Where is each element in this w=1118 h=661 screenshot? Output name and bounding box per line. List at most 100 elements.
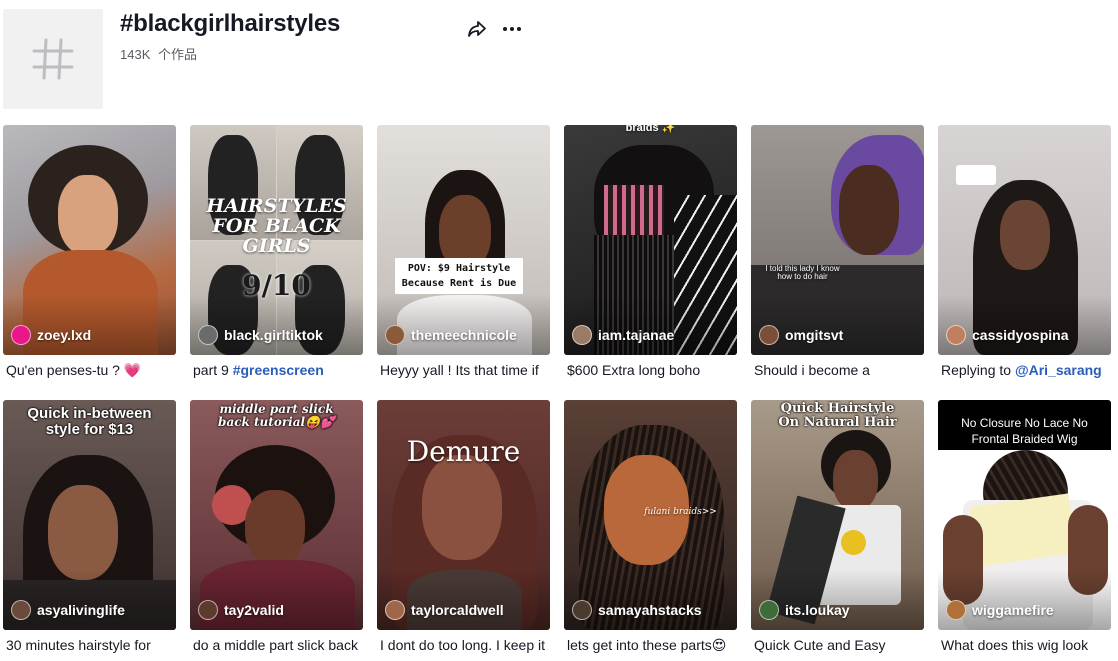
author-name: cassidyospina — [972, 327, 1069, 343]
video-card[interactable]: Quick in-between style for $13 asyalivin… — [3, 400, 176, 661]
caption-text: What does this wig look — [941, 637, 1089, 653]
video-count-value: 143K — [120, 47, 151, 62]
caption-text: Quick Cute and Easy — [754, 637, 886, 653]
caption-text: part 9 — [193, 362, 233, 378]
avatar — [198, 600, 218, 620]
hashtag-icon — [32, 38, 74, 80]
caption-text: Qu'en penses-tu ? 💗 — [6, 362, 142, 378]
avatar — [946, 600, 966, 620]
author-name: iam.tajanae — [598, 327, 675, 343]
caption-text: $600 Extra long boho — [567, 362, 701, 378]
video-author[interactable]: cassidyospina — [946, 325, 1069, 345]
video-count-unit: 个作品 — [158, 47, 198, 62]
video-thumbnail[interactable]: I told this lady I know how to do hair o… — [751, 125, 924, 355]
video-card[interactable]: I told this lady I know how to do hair o… — [751, 125, 924, 400]
author-name: wiggamefire — [972, 602, 1054, 618]
video-thumbnail[interactable]: HAIRSTYLES FOR BLACK GIRLS 9/10 black.gi… — [190, 125, 363, 355]
video-author[interactable]: samayahstacks — [572, 600, 702, 620]
avatar — [572, 325, 592, 345]
video-thumbnail[interactable]: No Closure No Lace No Frontal Braided Wi… — [938, 400, 1111, 630]
video-overlay-text: braids ✨ — [625, 125, 676, 134]
video-thumbnail[interactable]: zoey.lxd — [3, 125, 176, 355]
video-card[interactable]: HAIRSTYLES FOR BLACK GIRLS 9/10 black.gi… — [190, 125, 363, 400]
video-thumbnail[interactable]: Quick Hairstyle On Natural Hair its.louk… — [751, 400, 924, 630]
video-author[interactable]: tay2valid — [198, 600, 284, 620]
author-name: tay2valid — [224, 602, 284, 618]
avatar — [11, 600, 31, 620]
avatar — [759, 600, 779, 620]
video-caption[interactable]: 30 minutes hairstyle for — [3, 635, 176, 655]
video-author[interactable]: zoey.lxd — [11, 325, 91, 345]
author-name: asyalivinglife — [37, 602, 125, 618]
video-author[interactable]: wiggamefire — [946, 600, 1054, 620]
caption-text: Replying to — [941, 362, 1015, 378]
more-options-button[interactable] — [501, 18, 523, 40]
video-thumbnail[interactable]: fulani braids>> samayahstacks — [564, 400, 737, 630]
video-caption[interactable]: part 9 #greenscreen — [190, 360, 363, 380]
video-overlay-text: POV: $9 Hairstyle Because Rent is Due — [395, 258, 523, 294]
video-card[interactable]: zoey.lxd Qu'en penses-tu ? 💗 — [3, 125, 176, 400]
video-author[interactable]: asyalivinglife — [11, 600, 125, 620]
caption-text: 30 minutes hairstyle for — [6, 637, 151, 653]
avatar — [198, 325, 218, 345]
author-name: samayahstacks — [598, 602, 702, 618]
video-card[interactable]: POV: $9 Hairstyle Because Rent is Due th… — [377, 125, 550, 400]
caption-text: I dont do too long. I keep it — [380, 637, 546, 653]
more-icon — [503, 27, 521, 31]
caption-text: lets get into these parts😍 — [567, 637, 727, 653]
author-name: taylorcaldwell — [411, 602, 504, 618]
video-overlay-text: I told this lady I know how to do hair — [765, 264, 840, 282]
video-card[interactable]: Quick Hairstyle On Natural Hair its.louk… — [751, 400, 924, 661]
author-name: themeechnicole — [411, 327, 517, 343]
video-card[interactable]: Demure taylorcaldwell I dont do too long… — [377, 400, 550, 661]
video-overlay-text: No Closure No Lace No Frontal Braided Wi… — [961, 416, 1088, 447]
video-author[interactable]: black.girltiktok — [198, 325, 323, 345]
video-author[interactable]: themeechnicole — [385, 325, 517, 345]
video-caption[interactable]: Heyyy yall ! Its that time if — [377, 360, 550, 380]
video-author[interactable]: iam.tajanae — [572, 325, 674, 345]
hashtag-header: #blackgirlhairstyles 143K 个作品 — [0, 0, 1118, 120]
mention-link[interactable]: @Ari_sarang — [1015, 362, 1102, 378]
avatar — [385, 600, 405, 620]
video-overlay-text: HAIRSTYLES FOR BLACK GIRLS — [206, 195, 347, 257]
caption-text: Should i become a — [754, 362, 870, 378]
author-name: zoey.lxd — [37, 327, 92, 343]
video-overlay-text: Quick in-between style for $13 — [27, 405, 152, 438]
video-author[interactable]: taylorcaldwell — [385, 600, 504, 620]
share-button[interactable] — [466, 18, 488, 40]
page-title: #blackgirlhairstyles — [120, 10, 341, 37]
video-overlay-text: Demure — [406, 435, 521, 468]
author-name: black.girltiktok — [224, 327, 323, 343]
video-caption[interactable]: I dont do too long. I keep it — [377, 635, 550, 655]
avatar — [759, 325, 779, 345]
author-name: its.loukay — [785, 602, 850, 618]
video-thumbnail[interactable]: Quick in-between style for $13 asyalivin… — [3, 400, 176, 630]
video-caption[interactable]: Should i become a — [751, 360, 924, 380]
video-thumbnail[interactable]: POV: $9 Hairstyle Because Rent is Due th… — [377, 125, 550, 355]
video-thumbnail[interactable]: middle part slick back tutorial😝💕 tay2va… — [190, 400, 363, 630]
video-card[interactable]: middle part slick back tutorial😝💕 tay2va… — [190, 400, 363, 661]
video-caption[interactable]: What does this wig look — [938, 635, 1111, 655]
video-thumbnail[interactable]: cassidyospina — [938, 125, 1111, 355]
video-overlay-text: middle part slick back tutorial😝💕 — [218, 402, 335, 429]
hashtag-tile — [3, 9, 103, 109]
video-caption[interactable]: Replying to @Ari_sarang — [938, 360, 1111, 380]
video-card[interactable]: cassidyospina Replying to @Ari_sarang — [938, 125, 1111, 400]
caption-text: do a middle part slick back — [193, 637, 358, 653]
video-card[interactable]: fulani braids>> samayahstacks lets get i… — [564, 400, 737, 661]
video-caption[interactable]: $600 Extra long boho — [564, 360, 737, 380]
caption-text: Heyyy yall ! Its that time if — [380, 362, 539, 378]
video-grid: zoey.lxd Qu'en penses-tu ? 💗 HAIRSTYLES … — [3, 125, 1111, 661]
video-caption[interactable]: Quick Cute and Easy — [751, 635, 924, 655]
avatar — [11, 325, 31, 345]
hashtag-link[interactable]: #greenscreen — [233, 362, 324, 378]
video-card[interactable]: No Closure No Lace No Frontal Braided Wi… — [938, 400, 1111, 661]
video-card[interactable]: braids ✨ iam.tajanae $600 Extra long boh… — [564, 125, 737, 400]
video-author[interactable]: omgitsvt — [759, 325, 843, 345]
video-thumbnail[interactable]: Demure taylorcaldwell — [377, 400, 550, 630]
video-caption[interactable]: lets get into these parts😍 — [564, 635, 737, 655]
video-author[interactable]: its.loukay — [759, 600, 850, 620]
video-caption[interactable]: do a middle part slick back — [190, 635, 363, 655]
video-caption[interactable]: Qu'en penses-tu ? 💗 — [3, 360, 176, 380]
video-thumbnail[interactable]: braids ✨ iam.tajanae — [564, 125, 737, 355]
